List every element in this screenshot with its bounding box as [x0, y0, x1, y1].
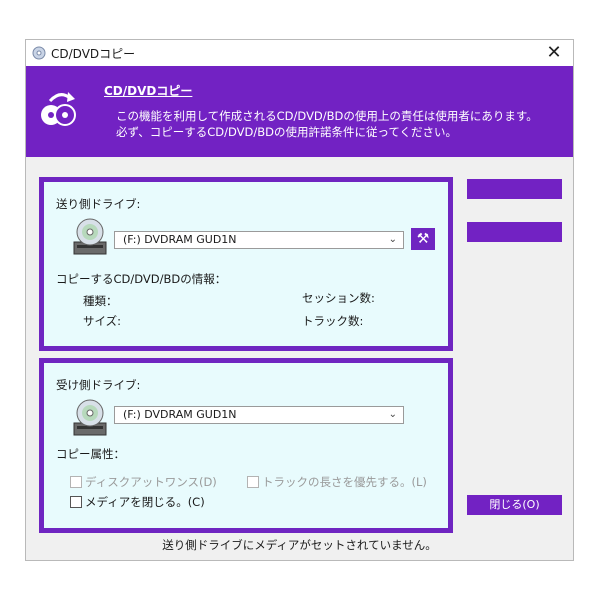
disc-copy-logo-icon — [41, 92, 76, 126]
copy-attributes-label: コピー属性： — [56, 447, 125, 461]
banner-line-1: この機能を利用して作成されるCD/DVD/BDの使用上の責任は使用者にあります。 — [116, 109, 538, 123]
cd-drive-icon — [73, 399, 107, 436]
title-bar: CD/DVDコピー ✕ — [26, 40, 573, 66]
source-drive-select[interactable]: (F:) DVDRAM GUD1N ⌄ — [114, 231, 404, 249]
destination-drive-label: 受け側ドライブ: — [56, 378, 141, 392]
copy-info-label: コピーするCD/DVD/BDの情報： — [56, 272, 227, 286]
session-count-label: セッション数: — [302, 291, 375, 305]
track-count-label: トラック数: — [302, 314, 364, 328]
destination-drive-select[interactable]: (F:) DVDRAM GUD1N ⌄ — [114, 406, 404, 424]
options-button[interactable] — [467, 222, 562, 242]
disc-at-once-checkbox[interactable]: ディスクアットワンス(D) — [70, 474, 217, 490]
chevron-down-icon: ⌄ — [388, 234, 397, 245]
track-length-priority-label: トラックの長さを優先する。(L) — [262, 475, 427, 489]
size-label: サイズ: — [83, 314, 122, 328]
disc-at-once-label: ディスクアットワンス(D) — [85, 475, 217, 489]
cd-drive-icon — [73, 218, 107, 255]
wrench-icon: ⚒ — [416, 231, 430, 247]
track-length-priority-checkbox[interactable]: トラックの長さを優先する。(L) — [247, 474, 427, 490]
close-media-checkbox[interactable]: メディアを閉じる。(C) — [70, 494, 205, 510]
chevron-down-icon: ⌄ — [388, 409, 397, 420]
checkbox-box — [247, 476, 259, 488]
drive-settings-button[interactable]: ⚒ — [411, 228, 435, 250]
start-copy-button[interactable] — [467, 179, 562, 199]
source-drive-panel: 送り側ドライブ: (F:) DVDRAM GUD1N ⌄ ⚒ コピーするCD/D… — [39, 177, 453, 351]
source-drive-label: 送り側ドライブ: — [56, 197, 141, 211]
cd-dvd-copy-window: CD/DVDコピー ✕ CD/DVDコピー この機能を利用して作成されるCD/D… — [25, 39, 574, 561]
banner-heading: CD/DVDコピー — [104, 84, 193, 98]
header-banner: CD/DVDコピー この機能を利用して作成されるCD/DVD/BDの使用上の責任… — [26, 66, 573, 157]
banner-description: この機能を利用して作成されるCD/DVD/BDの使用上の責任は使用者にあります。… — [116, 108, 566, 140]
disc-app-icon — [32, 46, 46, 60]
type-label: 種類： — [83, 294, 118, 308]
close-button[interactable]: 閉じる(O) — [467, 495, 562, 515]
destination-drive-panel: 受け側ドライブ: (F:) DVDRAM GUD1N ⌄ コピー属性： ディスク… — [39, 358, 453, 533]
checkbox-box — [70, 496, 82, 508]
window-title: CD/DVDコピー — [51, 46, 136, 61]
source-drive-value: (F:) DVDRAM GUD1N — [123, 233, 237, 246]
close-media-label: メディアを閉じる。(C) — [85, 495, 205, 509]
status-message: 送り側ドライブにメディアがセットされていません。 — [162, 538, 437, 552]
checkbox-box — [70, 476, 82, 488]
destination-drive-value: (F:) DVDRAM GUD1N — [123, 408, 237, 421]
close-window-button[interactable]: ✕ — [543, 42, 565, 64]
banner-line-2: 必ず、コピーするCD/DVD/BDの使用許諾条件に従ってください。 — [116, 125, 458, 139]
